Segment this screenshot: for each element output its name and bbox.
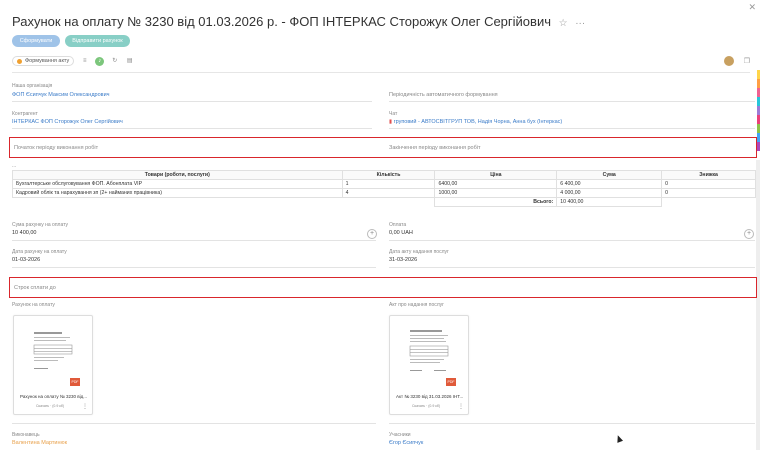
- act-date-value[interactable]: 31-03-2026: [389, 257, 417, 263]
- paid-label: Оплата: [389, 222, 407, 228]
- cell-price: 6400,00: [434, 179, 558, 189]
- field-line: [12, 128, 372, 129]
- table-total-row: Всього: 10 400,00: [13, 197, 756, 207]
- participants-link[interactable]: Єгор Єсипчук: [389, 440, 423, 446]
- stage-label: Формування акту: [25, 58, 70, 64]
- kebab-icon[interactable]: ⋮: [82, 403, 88, 410]
- file-name[interactable]: Акт № 3230 від 31.03.2026 ІНТ...: [396, 394, 464, 399]
- executor-label: Виконавець: [12, 432, 40, 438]
- cell-qty: 4: [341, 188, 436, 198]
- pin-icon: ▮: [389, 119, 393, 125]
- avatar[interactable]: [724, 56, 734, 66]
- period-end-field[interactable]: Закінчення періоду виконання робіт: [389, 145, 481, 151]
- pdf-preview-icon: [404, 324, 454, 379]
- col-header-discount: Знижка: [661, 170, 756, 180]
- due-date-highlight-box: [9, 277, 757, 298]
- section-line: [12, 423, 376, 424]
- act-file-label: Акт про надання послуг: [389, 302, 445, 308]
- cell-discount: 0: [661, 188, 756, 198]
- invoice-date-value[interactable]: 01-03-2026: [12, 257, 40, 263]
- col-header-price: Ціна: [434, 170, 558, 180]
- invoice-file-label: Рахунок на оплату: [12, 302, 55, 308]
- list-icon[interactable]: ≡: [80, 57, 89, 66]
- cell-sum: 4 000,00: [556, 188, 663, 198]
- invoice-date-label: Дата рахунку на оплату: [12, 249, 67, 255]
- form-button[interactable]: Сформувати: [12, 35, 60, 47]
- stage-dot-icon: [17, 58, 22, 64]
- title-text: Рахунок на оплату № 3230 від 01.03.2026 …: [12, 14, 551, 29]
- copy-icon[interactable]: ❐: [744, 57, 750, 65]
- close-icon[interactable]: ✕: [748, 2, 756, 13]
- cell-qty: 1: [341, 179, 436, 189]
- toolbar: Формування акту ≡ ♪ ↻ ▤: [12, 56, 134, 66]
- col-header-sum: Сума: [556, 170, 663, 180]
- field-line: [12, 240, 376, 241]
- sum-label: Сума рахунку на оплату: [12, 222, 68, 228]
- cell-goods: Кадровий облік та нарахування зп (2+ най…: [12, 188, 343, 198]
- pdf-badge: PDF: [446, 378, 456, 386]
- chat-value: груповий - АВТОСВІТГРУП ТОВ, Надія Чорна…: [393, 119, 563, 125]
- field-line: [12, 267, 376, 268]
- periodicity-field[interactable]: Періодичність автоматичного формування: [389, 92, 498, 98]
- invoice-file-card[interactable]: PDF Рахунок на оплату № 3230 від... Скач…: [13, 315, 93, 415]
- col-header-qty: Кількість: [341, 170, 436, 180]
- field-line: [12, 101, 372, 102]
- refresh-icon[interactable]: ↻: [110, 57, 119, 66]
- page-title: Рахунок на оплату № 3230 від 01.03.2026 …: [12, 14, 585, 29]
- contractor-label: Контрагент: [12, 111, 38, 117]
- file-meta[interactable]: Скачать · (0.9 кб): [36, 404, 64, 408]
- mouse-cursor-icon: [614, 434, 624, 443]
- goods-more[interactable]: ...: [12, 163, 16, 169]
- total-label: Всього:: [434, 197, 558, 207]
- cell-price: 1000,00: [434, 188, 558, 198]
- cell-goods: Бухгалтерське обслуговування ФОП. Абонпл…: [12, 179, 343, 189]
- table-header-row: Товари (роботи, послуги) Кількість Ціна …: [12, 170, 756, 180]
- star-icon[interactable]: ☆: [559, 18, 568, 29]
- chat-label: Чат: [389, 111, 398, 117]
- col-header-goods: Товари (роботи, послуги): [12, 170, 343, 180]
- pdf-preview-icon: [28, 324, 78, 379]
- document-page: ✕ Рахунок на оплату № 3230 від 01.03.202…: [0, 0, 760, 452]
- add-sum-icon[interactable]: +: [367, 229, 377, 239]
- section-line: [389, 423, 755, 424]
- contractor-link[interactable]: ІНТЕРКАС ФОП Сторожук Олег Сергійович: [12, 119, 123, 125]
- add-payment-icon[interactable]: +: [744, 229, 754, 239]
- chat-link[interactable]: ▮ груповий - АВТОСВІТГРУП ТОВ, Надія Чор…: [389, 119, 562, 125]
- field-line: [389, 267, 755, 268]
- due-date-field[interactable]: Строк сплати до: [14, 285, 56, 291]
- field-line: [389, 128, 755, 129]
- act-file-card[interactable]: PDF Акт № 3230 від 31.03.2026 ІНТ... Ска…: [389, 315, 469, 415]
- period-start-field[interactable]: Початок періоду виконання робіт: [14, 145, 98, 151]
- total-value: 10 400,00: [556, 197, 663, 207]
- field-line: [389, 240, 755, 241]
- sound-icon[interactable]: ♪: [95, 56, 105, 66]
- cell-discount: 0: [661, 179, 756, 189]
- kebab-icon[interactable]: ⋮: [458, 403, 464, 410]
- table-row[interactable]: Бухгалтерське обслуговування ФОП. Абонпл…: [12, 179, 756, 189]
- org-link[interactable]: ФОП Єсипчук Максим Олександрович: [12, 92, 110, 98]
- executor-link[interactable]: Валентина Мартинюк: [12, 440, 67, 446]
- more-icon[interactable]: ···: [575, 18, 585, 29]
- cell-sum: 6 400,00: [556, 179, 663, 189]
- sum-value[interactable]: 10 400,00: [12, 230, 36, 236]
- participants-label: Учасники: [389, 432, 411, 438]
- scrollbar[interactable]: [756, 160, 760, 450]
- act-date-label: Дата акту надання послуг: [389, 249, 449, 255]
- file-meta[interactable]: Скачать · (0.9 кб): [412, 404, 440, 408]
- document-icon[interactable]: ▤: [125, 57, 134, 66]
- pdf-badge: PDF: [70, 378, 80, 386]
- org-label: Наша організація: [12, 83, 53, 89]
- paid-value[interactable]: 0,00 UAH: [389, 230, 413, 236]
- table-row[interactable]: Кадровий облік та нарахування зп (2+ най…: [12, 188, 756, 198]
- field-line: [389, 101, 755, 102]
- stage-pill[interactable]: Формування акту: [12, 56, 75, 66]
- divider: [12, 72, 750, 73]
- send-invoice-button[interactable]: Відправити рахунок: [65, 35, 130, 47]
- goods-table: Товари (роботи, послуги) Кількість Ціна …: [12, 170, 756, 207]
- file-name[interactable]: Рахунок на оплату № 3230 від...: [20, 394, 88, 399]
- period-highlight-box: [9, 137, 757, 158]
